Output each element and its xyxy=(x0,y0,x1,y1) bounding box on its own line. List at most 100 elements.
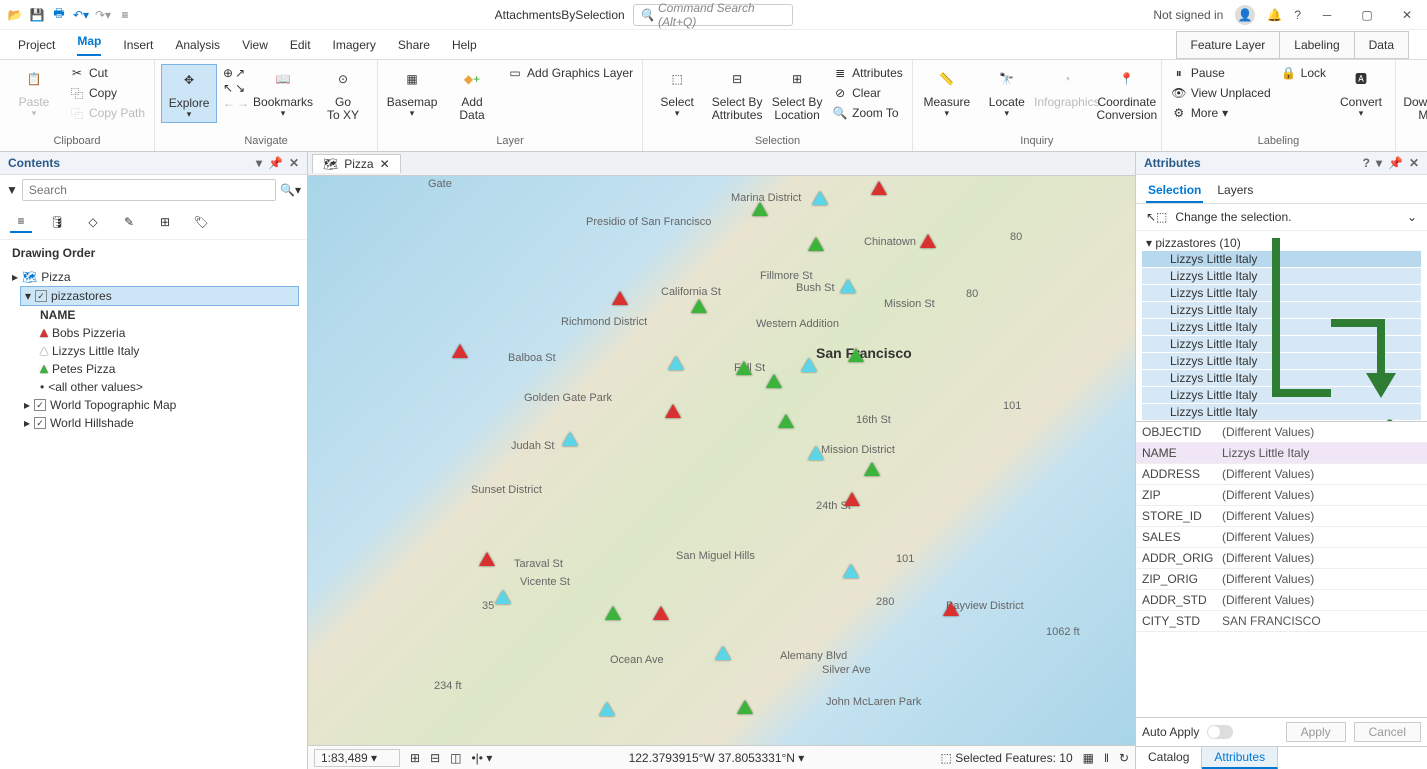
contents-search[interactable] xyxy=(22,179,276,201)
feature-row[interactable]: Lizzys Little Italy xyxy=(1142,302,1421,319)
select-by-attr-button[interactable]: ⊟Select By Attributes xyxy=(709,64,765,124)
status-c[interactable]: ↻ xyxy=(1119,751,1129,765)
map-marker-r[interactable] xyxy=(844,492,860,506)
map-marker-r[interactable] xyxy=(665,404,681,418)
clear-button[interactable]: ⊘Clear xyxy=(829,84,906,102)
snapping-icon[interactable]: ⊞ xyxy=(154,211,176,233)
tab-selection[interactable]: Selection xyxy=(1146,179,1203,203)
map-marker-g[interactable] xyxy=(778,414,794,428)
locate-button[interactable]: 🔭Locate▾ xyxy=(979,64,1035,121)
field-row[interactable]: SALES(Different Values) xyxy=(1136,527,1427,548)
map-marker-g[interactable] xyxy=(848,348,864,362)
field-row[interactable]: ADDR_STD(Different Values) xyxy=(1136,590,1427,611)
feature-root[interactable]: ▾ pizzastores (10) xyxy=(1142,235,1421,251)
map-marker-c[interactable] xyxy=(801,358,817,372)
status-a[interactable]: ▦ xyxy=(1083,751,1094,765)
close-pane-icon[interactable]: ✕ xyxy=(289,156,299,170)
map-marker-g[interactable] xyxy=(691,299,707,313)
map-marker-c[interactable] xyxy=(812,191,828,205)
symbol-red[interactable]: Bobs Pizzeria xyxy=(36,324,299,342)
feature-row[interactable]: Lizzys Little Italy xyxy=(1142,319,1421,336)
lock-button[interactable]: 🔒Lock xyxy=(1278,64,1329,82)
field-row[interactable]: ADDR_ORIG(Different Values) xyxy=(1136,548,1427,569)
open-project-icon[interactable]: 📂 xyxy=(6,6,24,24)
map-marker-c[interactable] xyxy=(495,590,511,604)
bookmarks-button[interactable]: 📖Bookmarks▾ xyxy=(255,64,311,121)
field-row[interactable]: STORE_ID(Different Values) xyxy=(1136,506,1427,527)
fixed-zoom-out-icon[interactable]: ↘ xyxy=(235,81,245,95)
map-marker-r[interactable] xyxy=(612,291,628,305)
status-b[interactable]: ‖ xyxy=(1104,751,1109,765)
feature-row[interactable]: Lizzys Little Italy xyxy=(1142,370,1421,387)
map-marker-g[interactable] xyxy=(605,606,621,620)
drawing-order-icon[interactable]: ≡ xyxy=(10,211,32,233)
cut-button[interactable]: ✂Cut xyxy=(66,64,148,82)
feature-row[interactable]: Lizzys Little Italy xyxy=(1142,268,1421,285)
redo-icon[interactable]: ↷▾ xyxy=(94,6,112,24)
map-marker-r[interactable] xyxy=(653,606,669,620)
more-button[interactable]: ⚙More ▾ xyxy=(1168,104,1274,122)
feature-row[interactable]: Lizzys Little Italy xyxy=(1142,336,1421,353)
notifications-icon[interactable]: 🔔 xyxy=(1267,8,1282,22)
back-icon[interactable]: ← xyxy=(223,96,235,110)
undo-icon[interactable]: ↶▾ xyxy=(72,6,90,24)
help-icon[interactable]: ? xyxy=(1294,8,1301,22)
labeling-icon[interactable]: 🏷 xyxy=(190,211,212,233)
attr-help-icon[interactable]: ? xyxy=(1363,156,1370,170)
map-marker-c[interactable] xyxy=(668,356,684,370)
basemap-hillshade[interactable]: ▸✓World Hillshade xyxy=(20,414,299,432)
goto-xy-button[interactable]: ⊙Go To XY xyxy=(315,64,371,124)
map-tab-pizza[interactable]: 🗺Pizza✕ xyxy=(312,154,401,173)
feature-row[interactable]: Lizzys Little Italy xyxy=(1142,353,1421,370)
map-marker-c[interactable] xyxy=(808,446,824,460)
measure-button[interactable]: 📏Measure▾ xyxy=(919,64,975,121)
change-selection-row[interactable]: ↖⬚ Change the selection. ⌄ xyxy=(1136,204,1427,231)
map-marker-g[interactable] xyxy=(736,361,752,375)
map-marker-c[interactable] xyxy=(562,432,578,446)
map-marker-g[interactable] xyxy=(864,462,880,476)
search-go-icon[interactable]: 🔍▾ xyxy=(280,183,301,197)
map-marker-c[interactable] xyxy=(599,702,615,716)
map-marker-g[interactable] xyxy=(766,374,782,388)
menu-analysis[interactable]: Analysis xyxy=(175,38,220,52)
save-icon[interactable]: 💾 xyxy=(28,6,46,24)
symbol-white[interactable]: Lizzys Little Italy xyxy=(36,342,299,360)
zoom-to-button[interactable]: 🔍Zoom To xyxy=(829,104,906,122)
full-extent-icon[interactable]: ⊕ xyxy=(223,66,233,80)
menu-edit[interactable]: Edit xyxy=(290,38,311,52)
symbol-green[interactable]: Petes Pizza xyxy=(36,360,299,378)
map-marker-g[interactable] xyxy=(808,237,824,251)
auto-apply-toggle[interactable] xyxy=(1207,725,1233,739)
menu-view[interactable]: View xyxy=(242,38,268,52)
bottom-tab-attributes[interactable]: Attributes xyxy=(1202,747,1278,769)
cancel-button[interactable]: Cancel xyxy=(1354,722,1421,742)
tab-labeling[interactable]: Labeling xyxy=(1279,31,1354,59)
status-tool4[interactable]: •|• ▾ xyxy=(471,751,492,765)
convert-button[interactable]: 🅰Convert▾ xyxy=(1333,64,1389,121)
paste-button[interactable]: 📋Paste▾ xyxy=(6,64,62,121)
attr-pin-icon[interactable]: 📌 xyxy=(1388,156,1403,170)
command-search[interactable]: 🔍 Command Search (Alt+Q) xyxy=(633,4,793,26)
menu-share[interactable]: Share xyxy=(398,38,430,52)
copy-button[interactable]: ⿻Copy xyxy=(66,84,148,102)
maximize-button[interactable]: ▢ xyxy=(1353,5,1381,25)
minimize-button[interactable]: ─ xyxy=(1313,5,1341,25)
field-row[interactable]: CITY_STDSAN FRANCISCO xyxy=(1136,611,1427,632)
tab-data[interactable]: Data xyxy=(1354,31,1409,59)
select-by-loc-button[interactable]: ⊞Select By Location xyxy=(769,64,825,124)
qat-more-icon[interactable]: ≡ xyxy=(116,6,134,24)
scale-input[interactable]: 1:83,489 ▾ xyxy=(314,749,400,767)
map-marker-c[interactable] xyxy=(843,564,859,578)
expand-icon[interactable]: ⌄ xyxy=(1407,210,1417,224)
field-row[interactable]: ZIP(Different Values) xyxy=(1136,485,1427,506)
map-node[interactable]: ▸🗺Pizza xyxy=(8,268,299,286)
feature-row[interactable]: Lizzys Little Italy xyxy=(1142,285,1421,302)
status-tool2[interactable]: ⊟ xyxy=(430,751,440,765)
fixed-zoom-in-icon[interactable]: ↗ xyxy=(235,66,245,80)
feature-row[interactable]: Lizzys Little Italy xyxy=(1142,387,1421,404)
editing-icon[interactable]: ✎ xyxy=(118,211,140,233)
map-marker-r[interactable] xyxy=(943,602,959,616)
map-marker-c[interactable] xyxy=(840,279,856,293)
map-marker-g[interactable] xyxy=(752,202,768,216)
selection-icon[interactable]: ◇ xyxy=(82,211,104,233)
